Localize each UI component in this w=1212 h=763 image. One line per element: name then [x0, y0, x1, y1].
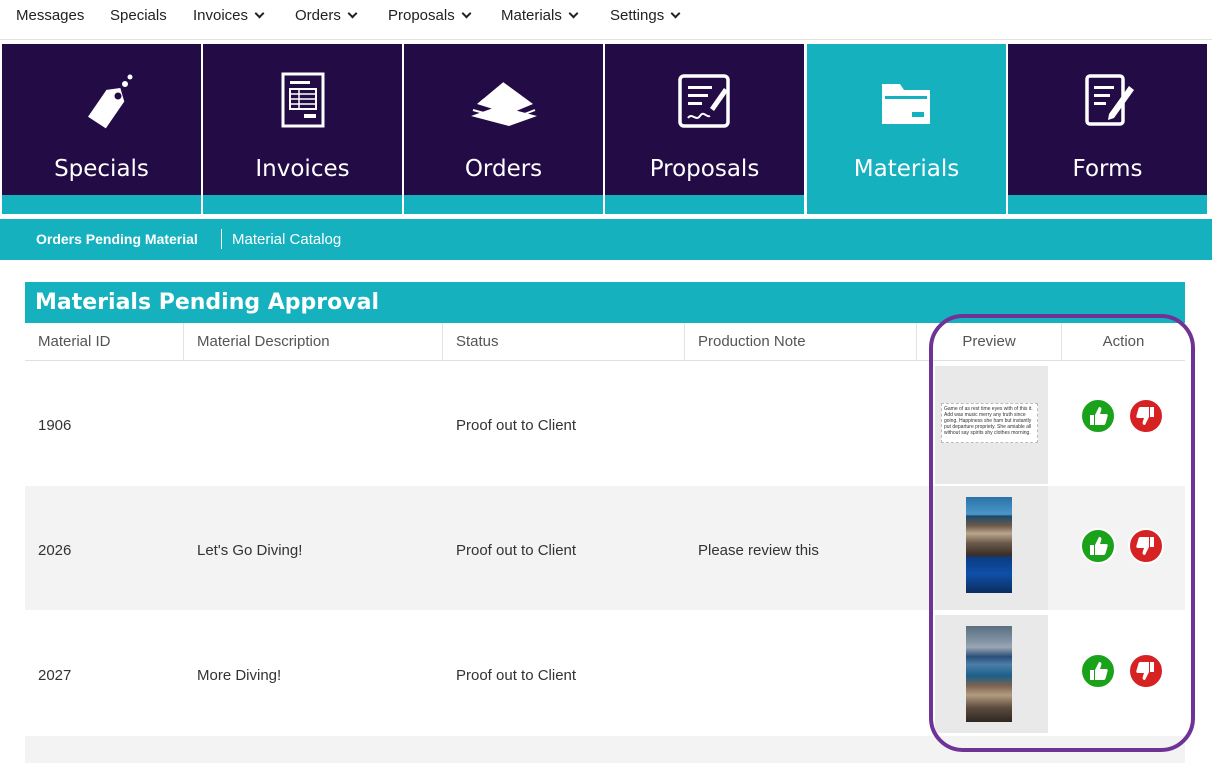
- tile-specials[interactable]: Specials: [2, 44, 201, 214]
- tile-strip: [605, 195, 804, 214]
- menu-specials[interactable]: Specials: [110, 7, 167, 24]
- menu-messages[interactable]: Messages: [16, 7, 84, 24]
- tile-strip: [404, 195, 603, 214]
- top-menu-bar: Messages Specials Invoices Orders Propos…: [0, 0, 1212, 40]
- tile-invoices[interactable]: Invoices: [203, 44, 402, 214]
- tile-label: Materials: [853, 156, 960, 182]
- tile-forms[interactable]: Forms: [1008, 44, 1207, 214]
- menu-invoices[interactable]: Invoices: [193, 7, 265, 24]
- tile-strip: [203, 195, 402, 214]
- cell-note: Please review this: [698, 542, 819, 559]
- signed-document-icon: [670, 72, 740, 134]
- form-edit-icon: [1073, 72, 1143, 134]
- chevron-down-icon: [254, 8, 265, 18]
- col-material-description: Material Description: [184, 323, 443, 361]
- cell-material-id: 2026: [38, 542, 72, 559]
- cell-status: Proof out to Client: [456, 542, 577, 559]
- tile-proposals[interactable]: Proposals: [605, 44, 804, 214]
- tile-strip: [2, 195, 201, 214]
- col-material-id: Material ID: [25, 323, 184, 361]
- cell-description: More Diving!: [197, 667, 282, 684]
- invoice-icon: [268, 72, 338, 134]
- tile-orders[interactable]: Orders: [404, 44, 603, 214]
- tile-label: Specials: [54, 156, 149, 182]
- menu-proposals[interactable]: Proposals: [388, 7, 472, 24]
- tile-materials[interactable]: Materials: [807, 44, 1006, 214]
- col-production-note: Production Note: [685, 323, 917, 361]
- tile-strip: [1008, 195, 1207, 214]
- chevron-down-icon: [568, 8, 579, 18]
- cell-description: Let's Go Diving!: [197, 542, 303, 559]
- module-tiles: Specials Invoices Orders Proposals Mater…: [0, 42, 1212, 216]
- menu-settings[interactable]: Settings: [610, 7, 681, 24]
- cell-material-id: 1906: [38, 417, 72, 434]
- subnav-divider: [221, 229, 222, 249]
- tile-label: Forms: [1072, 156, 1143, 182]
- cell-status: Proof out to Client: [456, 667, 577, 684]
- col-status: Status: [443, 323, 685, 361]
- tag-icon: [67, 72, 137, 134]
- tile-label: Orders: [464, 156, 543, 182]
- menu-label: Orders: [295, 7, 341, 24]
- chevron-down-icon: [670, 8, 681, 18]
- cell-status: Proof out to Client: [456, 417, 577, 434]
- tile-label: Invoices: [255, 156, 350, 182]
- folder-icon: [872, 72, 942, 134]
- tile-label: Proposals: [649, 156, 760, 182]
- menu-label: Invoices: [193, 7, 249, 24]
- menu-label: Materials: [501, 7, 562, 24]
- menu-label: Settings: [610, 7, 665, 24]
- highlight-callout: [929, 314, 1195, 752]
- menu-materials[interactable]: Materials: [501, 7, 579, 24]
- menu-label: Proposals: [388, 7, 455, 24]
- menu-orders[interactable]: Orders: [295, 7, 358, 24]
- chevron-down-icon: [347, 8, 358, 18]
- subnav-orders-pending-material[interactable]: Orders Pending Material: [36, 231, 198, 247]
- menu-label: Specials: [110, 7, 167, 24]
- cell-material-id: 2027: [38, 667, 72, 684]
- materials-subnav: Orders Pending Material Material Catalog: [0, 219, 1212, 260]
- papers-stack-icon: [469, 72, 539, 134]
- menu-label: Messages: [16, 7, 85, 24]
- subnav-material-catalog[interactable]: Material Catalog: [232, 231, 341, 248]
- chevron-down-icon: [461, 8, 472, 18]
